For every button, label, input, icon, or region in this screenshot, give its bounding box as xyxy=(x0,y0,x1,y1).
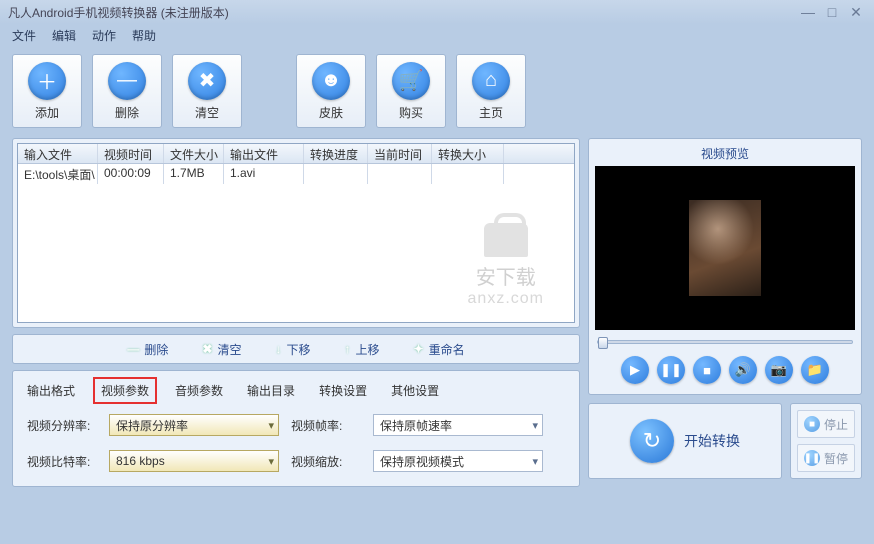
convert-arrow-icon: ↻ xyxy=(630,419,674,463)
pause-mini-icon: ❚❚ xyxy=(804,450,820,466)
settings-panel: 输出格式视频参数音频参数输出目录转换设置其他设置 视频分辨率: 保持原分辨率 视… xyxy=(12,370,580,487)
list-down[interactable]: ↓下移 xyxy=(275,341,310,358)
label-framerate: 视频帧率: xyxy=(291,417,361,434)
settings-tabs: 输出格式视频参数音频参数输出目录转换设置其他设置 xyxy=(13,371,579,404)
label-resolution: 视频分辨率: xyxy=(27,417,97,434)
combo-scale[interactable]: 保持原视频模式 xyxy=(373,450,543,472)
pause-button[interactable]: ❚❚ xyxy=(657,356,685,384)
list-ops-bar: —删除 ✖清空 ↓下移 ↑上移 ✦重命名 xyxy=(12,334,580,364)
delete-button[interactable]: —删除 xyxy=(92,54,162,128)
video-area[interactable] xyxy=(595,166,855,330)
play-button[interactable]: ▶ xyxy=(621,356,649,384)
minimize-icon[interactable]: — xyxy=(798,5,818,19)
col-header[interactable]: 输出文件 xyxy=(224,144,304,163)
titlebar: 凡人Android手机视频转换器 (未注册版本) — □ ✕ xyxy=(0,0,874,24)
bag-icon xyxy=(484,223,528,257)
preview-label: 视频预览 xyxy=(593,143,857,166)
seek-bar[interactable] xyxy=(597,336,853,348)
col-header[interactable]: 输入文件 xyxy=(18,144,98,163)
menu-action[interactable]: 动作 xyxy=(92,27,116,44)
col-header[interactable]: 当前时间 xyxy=(368,144,432,163)
list-rename[interactable]: ✦重命名 xyxy=(414,341,465,358)
tab-3[interactable]: 输出目录 xyxy=(241,379,301,402)
menu-help[interactable]: 帮助 xyxy=(132,27,156,44)
col-header[interactable]: 转换大小 xyxy=(432,144,504,163)
skin-button[interactable]: ☻皮肤 xyxy=(296,54,366,128)
video-thumbnail xyxy=(689,200,761,296)
buy-button-icon: 🛒 xyxy=(392,62,430,100)
list-clear[interactable]: ✖清空 xyxy=(202,341,241,358)
col-header[interactable]: 文件大小 xyxy=(164,144,224,163)
col-header[interactable]: 视频时间 xyxy=(98,144,164,163)
preview-panel: 视频预览 ▶ ❚❚ ■ 🔊 📷 📁 xyxy=(588,138,862,395)
menubar: 文件 编辑 动作 帮助 xyxy=(0,24,874,46)
tab-0[interactable]: 输出格式 xyxy=(21,379,81,402)
home-button[interactable]: ⌂主页 xyxy=(456,54,526,128)
volume-button[interactable]: 🔊 xyxy=(729,356,757,384)
snapshot-button[interactable]: 📷 xyxy=(765,356,793,384)
close-icon[interactable]: ✕ xyxy=(846,5,866,19)
list-up[interactable]: ↑上移 xyxy=(345,341,380,358)
skin-button-icon: ☻ xyxy=(312,62,350,100)
table-row[interactable]: E:\tools\桌面\00:00:091.7MB1.avi xyxy=(18,164,574,184)
start-convert-button[interactable]: ↻ 开始转换 xyxy=(588,403,782,479)
player-buttons: ▶ ❚❚ ■ 🔊 📷 📁 xyxy=(593,348,857,390)
combo-bitrate[interactable]: 816 kbps xyxy=(109,450,279,472)
combo-resolution[interactable]: 保持原分辨率 xyxy=(109,414,279,436)
seek-knob[interactable] xyxy=(598,337,608,349)
stop-mini-icon: ■ xyxy=(804,416,820,432)
clear-button[interactable]: ✖清空 xyxy=(172,54,242,128)
list-delete[interactable]: —删除 xyxy=(127,341,168,358)
watermark: 安下载 anxz.com xyxy=(468,223,544,308)
stop-button[interactable]: ■ xyxy=(693,356,721,384)
toolbar: ＋添加—删除✖清空 ☻皮肤🛒购买⌂主页 xyxy=(0,46,874,138)
open-folder-button[interactable]: 📁 xyxy=(801,356,829,384)
label-bitrate: 视频比特率: xyxy=(27,453,97,470)
grid-header: 输入文件视频时间文件大小输出文件转换进度当前时间转换大小 xyxy=(18,144,574,164)
add-button[interactable]: ＋添加 xyxy=(12,54,82,128)
add-button-icon: ＋ xyxy=(28,62,66,100)
convert-side: ■ 停止 ❚❚ 暂停 xyxy=(790,403,862,479)
tab-4[interactable]: 转换设置 xyxy=(313,379,373,402)
tab-5[interactable]: 其他设置 xyxy=(385,379,445,402)
menu-file[interactable]: 文件 xyxy=(12,27,36,44)
file-grid-panel: 输入文件视频时间文件大小输出文件转换进度当前时间转换大小 E:\tools\桌面… xyxy=(12,138,580,328)
tab-1[interactable]: 视频参数 xyxy=(93,377,157,404)
buy-button[interactable]: 🛒购买 xyxy=(376,54,446,128)
stop-convert-button[interactable]: ■ 停止 xyxy=(797,410,855,438)
clear-button-icon: ✖ xyxy=(188,62,226,100)
pause-convert-button[interactable]: ❚❚ 暂停 xyxy=(797,444,855,472)
file-grid[interactable]: 输入文件视频时间文件大小输出文件转换进度当前时间转换大小 E:\tools\桌面… xyxy=(17,143,575,323)
delete-button-icon: — xyxy=(108,62,146,100)
menu-edit[interactable]: 编辑 xyxy=(52,27,76,44)
home-button-icon: ⌂ xyxy=(472,62,510,100)
label-scale: 视频缩放: xyxy=(291,453,361,470)
window-title: 凡人Android手机视频转换器 (未注册版本) xyxy=(8,4,229,21)
maximize-icon[interactable]: □ xyxy=(822,5,842,19)
combo-framerate[interactable]: 保持原帧速率 xyxy=(373,414,543,436)
col-header[interactable]: 转换进度 xyxy=(304,144,368,163)
tab-2[interactable]: 音频参数 xyxy=(169,379,229,402)
